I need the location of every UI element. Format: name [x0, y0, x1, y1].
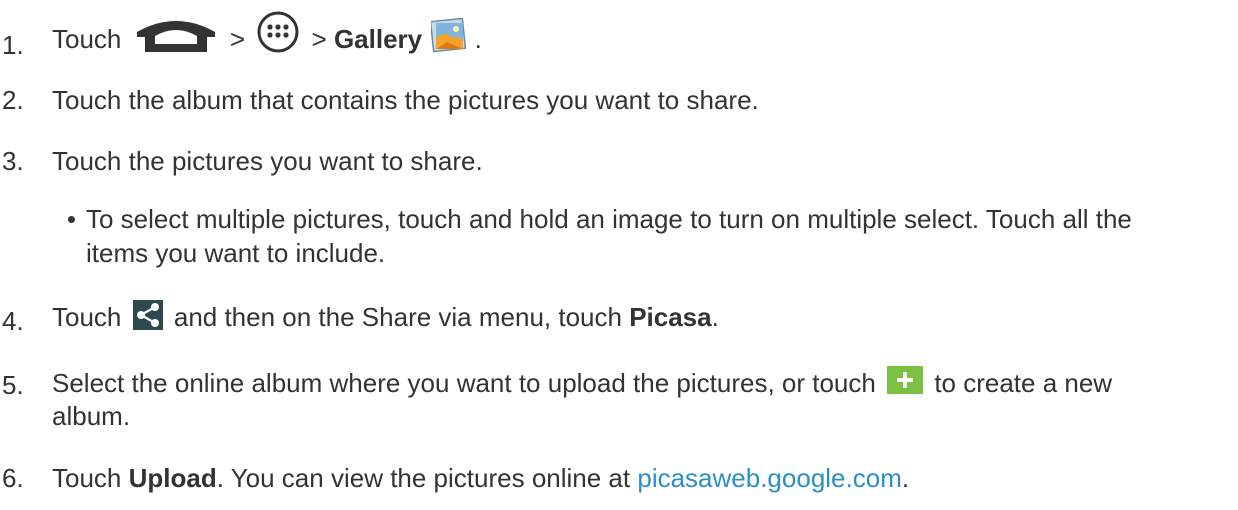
step-text-pre: Select the online album where you want t… [52, 368, 876, 398]
picasa-label: Picasa [629, 302, 712, 332]
period: . [711, 302, 719, 332]
step-5: 5. Select the online album where you wan… [2, 366, 1112, 401]
add-icon [887, 366, 924, 401]
step-text: Touch the pictures you want to share. [52, 146, 483, 176]
separator: > [311, 24, 327, 54]
step-text: Touch and then on the Share via menu, to… [52, 300, 719, 337]
step-number: 6. [2, 463, 24, 493]
upload-label: Upload [128, 463, 217, 493]
step-text-mid: and then on the Share via menu, touch [173, 302, 622, 332]
step-2: 2. Touch the album that contains the pic… [2, 84, 759, 116]
step-3: 3. Touch the pictures you want to share. [2, 145, 483, 177]
step-text: Select the online album where you want t… [52, 366, 1112, 401]
step-4: 4. Touch and then on the Share via menu,… [2, 300, 719, 337]
step-text-post: to create a new [934, 368, 1113, 398]
touch-label: Touch [52, 463, 122, 493]
sub-bullet: To select multiple pictures, touch and h… [68, 202, 1228, 270]
step-6: 6. Touch Upload. You can view the pictur… [2, 462, 909, 494]
step-text: Touch the album that contains the pictur… [52, 85, 759, 115]
period: . [474, 24, 482, 54]
touch-label: Touch [52, 302, 122, 332]
gallery-icon [430, 17, 467, 61]
picasaweb-link[interactable]: picasaweb.google.com [637, 463, 902, 493]
home-icon [133, 14, 219, 61]
share-icon [132, 300, 163, 337]
gallery-label: Gallery [333, 24, 423, 54]
bullet-line-1: To select multiple pictures, touch and h… [86, 204, 1132, 234]
step-text-mid: . You can view the pictures online at [216, 463, 631, 493]
step-1: 1. Touch > > Gallery . [2, 10, 482, 61]
step-number: 4. [2, 306, 24, 336]
touch-label: Touch [52, 24, 122, 54]
separator: > [229, 24, 246, 54]
bullet-dot [68, 216, 75, 223]
apps-icon [256, 10, 300, 61]
bullet-line-2: items you want to include. [86, 238, 386, 268]
step-5-continued: album. [2, 400, 130, 432]
step-text: Touch Upload. You can view the pictures … [52, 462, 909, 494]
step-number: 1. [2, 30, 24, 60]
step-text: Touch > > Gallery . [52, 10, 482, 61]
step-number: 3. [2, 146, 24, 176]
period: . [901, 463, 910, 493]
step-number: 2. [2, 85, 24, 115]
step-number: 5. [2, 370, 24, 400]
step-text-line2: album. [52, 401, 131, 431]
